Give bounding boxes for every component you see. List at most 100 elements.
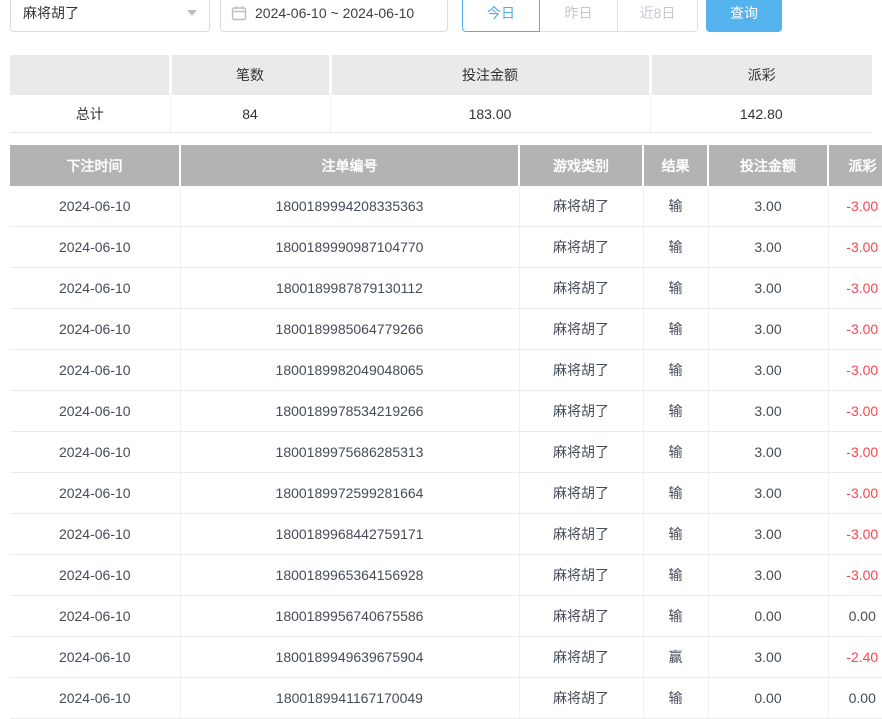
cell-order-id: 1800189987879130112 <box>180 268 519 309</box>
cell-payout: 0.00 <box>828 678 882 719</box>
cell-game-type: 麻将胡了 <box>519 555 643 596</box>
query-button[interactable]: 查询 <box>706 0 782 32</box>
cell-result: 赢 <box>643 637 708 678</box>
date-range-input[interactable]: 2024-06-10 ~ 2024-06-10 <box>220 0 448 32</box>
cell-payout: -3.00 <box>828 186 882 227</box>
cell-order-id: 1800189978534219266 <box>180 391 519 432</box>
cell-bet-amount: 3.00 <box>708 309 828 350</box>
table-row: 2024-06-101800189972599281664麻将胡了输3.00-3… <box>10 473 882 514</box>
cell-result: 输 <box>643 432 708 473</box>
game-select[interactable]: 麻将胡了 <box>10 0 210 32</box>
header-result: 结果 <box>643 145 708 186</box>
header-payout: 派彩 <box>828 145 882 186</box>
cell-game-type: 麻将胡了 <box>519 637 643 678</box>
cell-result: 输 <box>643 309 708 350</box>
cell-order-id: 1800189994208335363 <box>180 186 519 227</box>
cell-bet-amount: 0.00 <box>708 678 828 719</box>
header-game-type: 游戏类别 <box>519 145 643 186</box>
cell-game-type: 麻将胡了 <box>519 596 643 637</box>
cell-bet-amount: 3.00 <box>708 268 828 309</box>
cell-result: 输 <box>643 514 708 555</box>
cell-payout: -3.00 <box>828 514 882 555</box>
cell-game-type: 麻将胡了 <box>519 309 643 350</box>
cell-bet-time: 2024-06-10 <box>10 268 180 309</box>
cell-payout: -3.00 <box>828 350 882 391</box>
cell-game-type: 麻将胡了 <box>519 678 643 719</box>
cell-bet-time: 2024-06-10 <box>10 227 180 268</box>
cell-result: 输 <box>643 555 708 596</box>
cell-payout: -3.00 <box>828 555 882 596</box>
cell-bet-time: 2024-06-10 <box>10 473 180 514</box>
cell-payout: -3.00 <box>828 268 882 309</box>
cell-payout: -3.00 <box>828 473 882 514</box>
table-row: 2024-06-101800189978534219266麻将胡了输3.00-3… <box>10 391 882 432</box>
cell-bet-amount: 3.00 <box>708 637 828 678</box>
bet-table-header-row: 下注时间 注单编号 游戏类别 结果 投注金额 派彩 <box>10 145 882 186</box>
summary-header-row: 笔数 投注金额 派彩 <box>10 55 872 95</box>
cell-bet-time: 2024-06-10 <box>10 186 180 227</box>
table-row: 2024-06-101800189982049048065麻将胡了输3.00-3… <box>10 350 882 391</box>
cell-payout: -3.00 <box>828 309 882 350</box>
cell-game-type: 麻将胡了 <box>519 350 643 391</box>
cell-bet-time: 2024-06-10 <box>10 678 180 719</box>
quick-date-group: 今日 昨日 近8日 <box>462 0 698 32</box>
table-row: 2024-06-101800189956740675586麻将胡了输0.000.… <box>10 596 882 637</box>
cell-payout: -3.00 <box>828 432 882 473</box>
table-row: 2024-06-101800189990987104770麻将胡了输3.00-3… <box>10 227 882 268</box>
cell-game-type: 麻将胡了 <box>519 268 643 309</box>
cell-bet-time: 2024-06-10 <box>10 637 180 678</box>
cell-bet-time: 2024-06-10 <box>10 555 180 596</box>
calendar-icon <box>231 5 247 21</box>
summary-header-empty <box>10 55 170 95</box>
cell-order-id: 1800189982049048065 <box>180 350 519 391</box>
cell-order-id: 1800189941167170049 <box>180 678 519 719</box>
header-order-id: 注单编号 <box>180 145 519 186</box>
cell-game-type: 麻将胡了 <box>519 473 643 514</box>
table-row: 2024-06-101800189994208335363麻将胡了输3.00-3… <box>10 186 882 227</box>
table-row: 2024-06-101800189975686285313麻将胡了输3.00-3… <box>10 432 882 473</box>
game-select-value: 麻将胡了 <box>23 3 79 23</box>
table-row: 2024-06-101800189949639675904麻将胡了赢3.00-2… <box>10 637 882 678</box>
summary-total-label: 总计 <box>10 95 170 133</box>
tab-last8days[interactable]: 近8日 <box>618 0 698 32</box>
cell-bet-amount: 3.00 <box>708 350 828 391</box>
cell-bet-amount: 3.00 <box>708 555 828 596</box>
cell-bet-amount: 3.00 <box>708 473 828 514</box>
filter-bar: 麻将胡了 2024-06-10 ~ 2024-06-10 今日 昨日 近8日 查… <box>10 0 782 32</box>
cell-bet-time: 2024-06-10 <box>10 432 180 473</box>
cell-game-type: 麻将胡了 <box>519 391 643 432</box>
cell-result: 输 <box>643 473 708 514</box>
cell-result: 输 <box>643 227 708 268</box>
cell-result: 输 <box>643 596 708 637</box>
tab-yesterday[interactable]: 昨日 <box>540 0 618 32</box>
summary-total-bet: 183.00 <box>330 95 650 133</box>
cell-order-id: 1800189965364156928 <box>180 555 519 596</box>
cell-bet-time: 2024-06-10 <box>10 350 180 391</box>
summary-total-payout: 142.80 <box>650 95 872 133</box>
cell-result: 输 <box>643 350 708 391</box>
cell-bet-amount: 0.00 <box>708 596 828 637</box>
summary-table: 笔数 投注金额 派彩 总计 84 183.00 142.80 <box>10 55 872 133</box>
tab-today[interactable]: 今日 <box>462 0 540 32</box>
cell-game-type: 麻将胡了 <box>519 227 643 268</box>
table-row: 2024-06-101800189987879130112麻将胡了输3.00-3… <box>10 268 882 309</box>
summary-header-bet: 投注金额 <box>330 55 650 95</box>
cell-bet-amount: 3.00 <box>708 186 828 227</box>
cell-result: 输 <box>643 678 708 719</box>
cell-game-type: 麻将胡了 <box>519 186 643 227</box>
cell-payout: -3.00 <box>828 391 882 432</box>
header-bet-time: 下注时间 <box>10 145 180 186</box>
cell-bet-time: 2024-06-10 <box>10 391 180 432</box>
cell-order-id: 1800189972599281664 <box>180 473 519 514</box>
cell-order-id: 1800189985064779266 <box>180 309 519 350</box>
cell-order-id: 1800189949639675904 <box>180 637 519 678</box>
chevron-down-icon <box>187 10 197 16</box>
cell-game-type: 麻将胡了 <box>519 432 643 473</box>
cell-result: 输 <box>643 268 708 309</box>
cell-bet-time: 2024-06-10 <box>10 514 180 555</box>
table-row: 2024-06-101800189941167170049麻将胡了输0.000.… <box>10 678 882 719</box>
cell-bet-time: 2024-06-10 <box>10 309 180 350</box>
cell-payout: -3.00 <box>828 227 882 268</box>
summary-header-payout: 派彩 <box>650 55 872 95</box>
cell-bet-time: 2024-06-10 <box>10 596 180 637</box>
